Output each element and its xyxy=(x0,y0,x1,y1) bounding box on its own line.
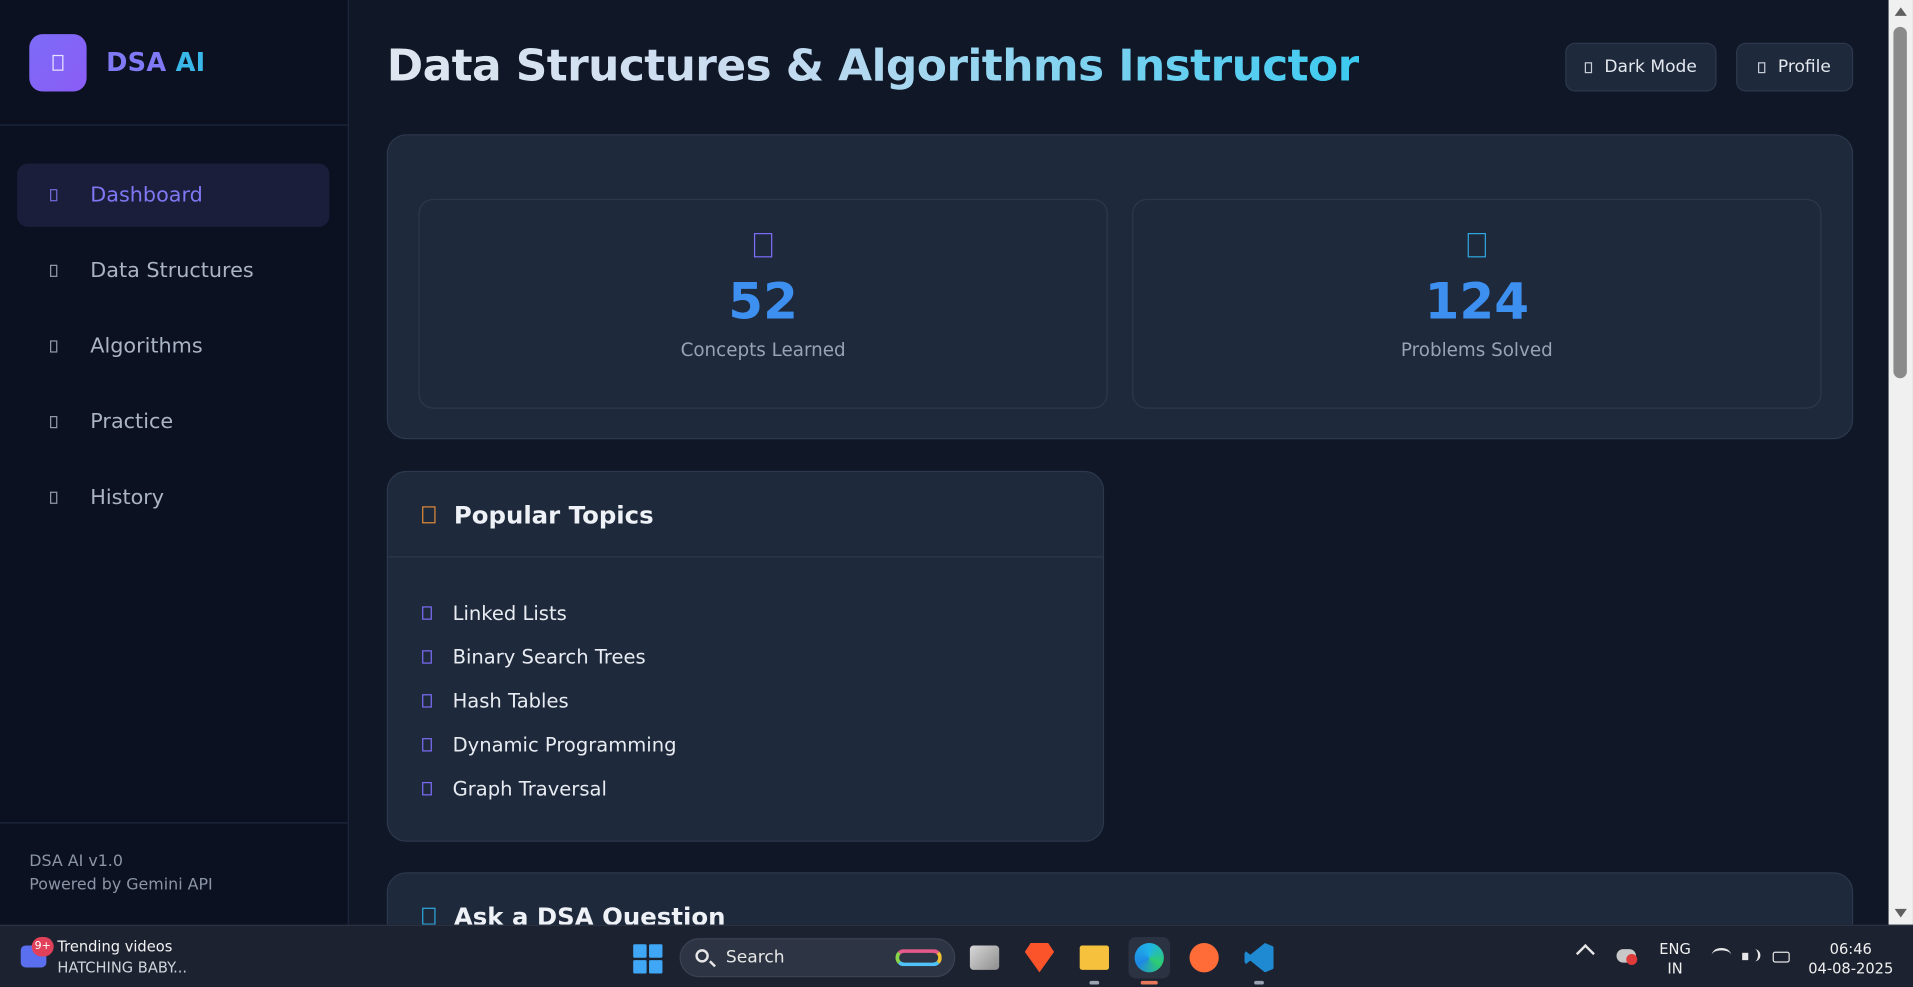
dashboard-icon xyxy=(50,189,58,202)
dark-mode-button[interactable]: Dark Mode xyxy=(1565,42,1717,92)
postman-button[interactable] xyxy=(1183,937,1224,978)
card-header: Popular Topics xyxy=(387,472,1103,558)
task-view-icon xyxy=(969,945,1000,970)
card-header: Ask a DSA Question xyxy=(388,874,1852,925)
profile-label: Profile xyxy=(1777,57,1831,77)
brave-browser-button[interactable] xyxy=(1019,937,1060,978)
battery-icon[interactable] xyxy=(1772,951,1790,963)
taskbar-search[interactable]: Search xyxy=(679,938,956,978)
ask-question-card: Ask a DSA Question xyxy=(386,872,1854,925)
check-icon xyxy=(1467,233,1486,258)
brain-icon xyxy=(753,233,773,258)
search-icon xyxy=(695,949,709,963)
card-title: Ask a DSA Question xyxy=(453,900,726,925)
clock[interactable]: 06:46 04-08-2025 xyxy=(1803,939,1898,978)
language-indicator[interactable]: ENG IN xyxy=(1653,939,1697,978)
stat-problems-solved: 124 Problems Solved xyxy=(1132,198,1822,409)
powered-by: Powered by Gemini API xyxy=(29,875,213,895)
topic-item[interactable]: Binary Search Trees xyxy=(422,634,1103,678)
history-icon xyxy=(50,491,58,504)
edge-icon xyxy=(1134,943,1164,973)
search-highlight-icon xyxy=(895,949,942,967)
algorithms-icon xyxy=(50,340,58,353)
page-title: Data Structures & Algorithms Instructor xyxy=(386,41,1360,92)
file-explorer-button[interactable] xyxy=(1074,937,1115,985)
bullet-icon xyxy=(422,649,432,664)
bullet-icon xyxy=(422,693,432,707)
stat-label: Problems Solved xyxy=(1400,339,1553,362)
brave-icon xyxy=(1024,943,1055,973)
stat-label: Concepts Learned xyxy=(680,339,846,362)
stats-card: 52 Concepts Learned 124 Problems Solved xyxy=(386,134,1854,440)
stat-value: 52 xyxy=(728,272,798,331)
vscode-icon xyxy=(1244,943,1274,973)
question-icon xyxy=(422,907,436,925)
vscode-button[interactable] xyxy=(1238,937,1279,985)
show-hidden-icons-chevron-icon[interactable] xyxy=(1575,943,1595,963)
dark-mode-label: Dark Mode xyxy=(1604,57,1697,77)
scroll-down-arrow-icon[interactable] xyxy=(1894,908,1907,918)
sidebar-item-dashboard[interactable]: Dashboard xyxy=(17,163,330,227)
profile-button[interactable]: Profile xyxy=(1736,42,1854,92)
start-button[interactable] xyxy=(633,944,663,974)
sidebar-item-algorithms[interactable]: Algorithms xyxy=(17,315,329,378)
topic-item[interactable]: Linked Lists xyxy=(422,590,1103,634)
sidebar-item-label: Dashboard xyxy=(90,183,203,208)
moon-icon xyxy=(1584,61,1593,73)
scroll-up-arrow-icon[interactable] xyxy=(1894,7,1907,16)
windows-logo-icon xyxy=(633,944,647,958)
sidebar: DSA AI Dashboard Data Structures Algorit… xyxy=(0,0,349,925)
sidebar-item-practice[interactable]: Practice xyxy=(17,390,329,453)
topic-item[interactable]: Graph Traversal xyxy=(422,766,1103,810)
brand-logo[interactable] xyxy=(29,33,87,91)
data-structures-icon xyxy=(50,264,58,277)
stat-value: 124 xyxy=(1424,272,1530,331)
popular-topics-card: Popular Topics Linked Lists Binary Searc… xyxy=(386,470,1105,842)
search-placeholder: Search xyxy=(725,947,785,968)
widget-title: Trending videos xyxy=(57,938,173,956)
edge-browser-button[interactable] xyxy=(1128,936,1170,985)
practice-icon xyxy=(50,416,58,429)
clock-time: 06:46 xyxy=(1829,940,1872,958)
brand-name: DSA AI xyxy=(106,47,206,77)
task-view-button[interactable] xyxy=(964,937,1005,978)
bullet-icon xyxy=(422,605,432,620)
brand: DSA AI xyxy=(0,0,348,126)
sidebar-footer: DSA AI v1.0 Powered by Gemini API xyxy=(0,822,348,924)
sidebar-item-label: Practice xyxy=(90,409,174,435)
fire-icon xyxy=(422,505,436,523)
sidebar-nav: Dashboard Data Structures Algorithms Pra… xyxy=(0,126,348,530)
volume-icon[interactable] xyxy=(1742,949,1761,964)
sidebar-item-label: Algorithms xyxy=(90,334,203,359)
sidebar-item-history[interactable]: History xyxy=(17,466,329,529)
app-version: DSA AI v1.0 xyxy=(29,852,123,872)
clock-date: 04-08-2025 xyxy=(1808,960,1894,978)
bullet-icon xyxy=(422,737,432,751)
scrollbar-thumb[interactable] xyxy=(1893,26,1907,379)
main-content: Data Structures & Algorithms Instructor … xyxy=(349,0,1889,925)
sidebar-item-label: History xyxy=(90,485,165,510)
topic-item[interactable]: Hash Tables xyxy=(422,678,1103,722)
notification-badge: 9+ xyxy=(31,936,54,957)
widgets-button[interactable]: 9+ Trending videos HATCHING BABY... xyxy=(20,936,216,978)
card-title: Popular Topics xyxy=(453,499,654,529)
logo-icon xyxy=(52,54,64,71)
sidebar-item-data-structures[interactable]: Data Structures xyxy=(17,239,329,302)
page-scrollbar[interactable] xyxy=(1888,0,1913,925)
topic-list: Linked Lists Binary Search Trees Hash Ta… xyxy=(388,558,1103,811)
topic-item[interactable]: Dynamic Programming xyxy=(422,722,1103,766)
user-icon xyxy=(1758,61,1766,73)
taskbar: 9+ Trending videos HATCHING BABY... Sear… xyxy=(0,924,1913,987)
sidebar-item-label: Data Structures xyxy=(90,258,254,284)
bullet-icon xyxy=(422,781,432,795)
postman-icon xyxy=(1189,943,1219,973)
stat-concepts-learned: 52 Concepts Learned xyxy=(418,198,1108,409)
wifi-icon[interactable] xyxy=(1711,947,1732,963)
folder-icon xyxy=(1079,945,1109,970)
widget-subtitle: HATCHING BABY... xyxy=(57,958,188,976)
onedrive-error-icon[interactable] xyxy=(1616,949,1638,966)
